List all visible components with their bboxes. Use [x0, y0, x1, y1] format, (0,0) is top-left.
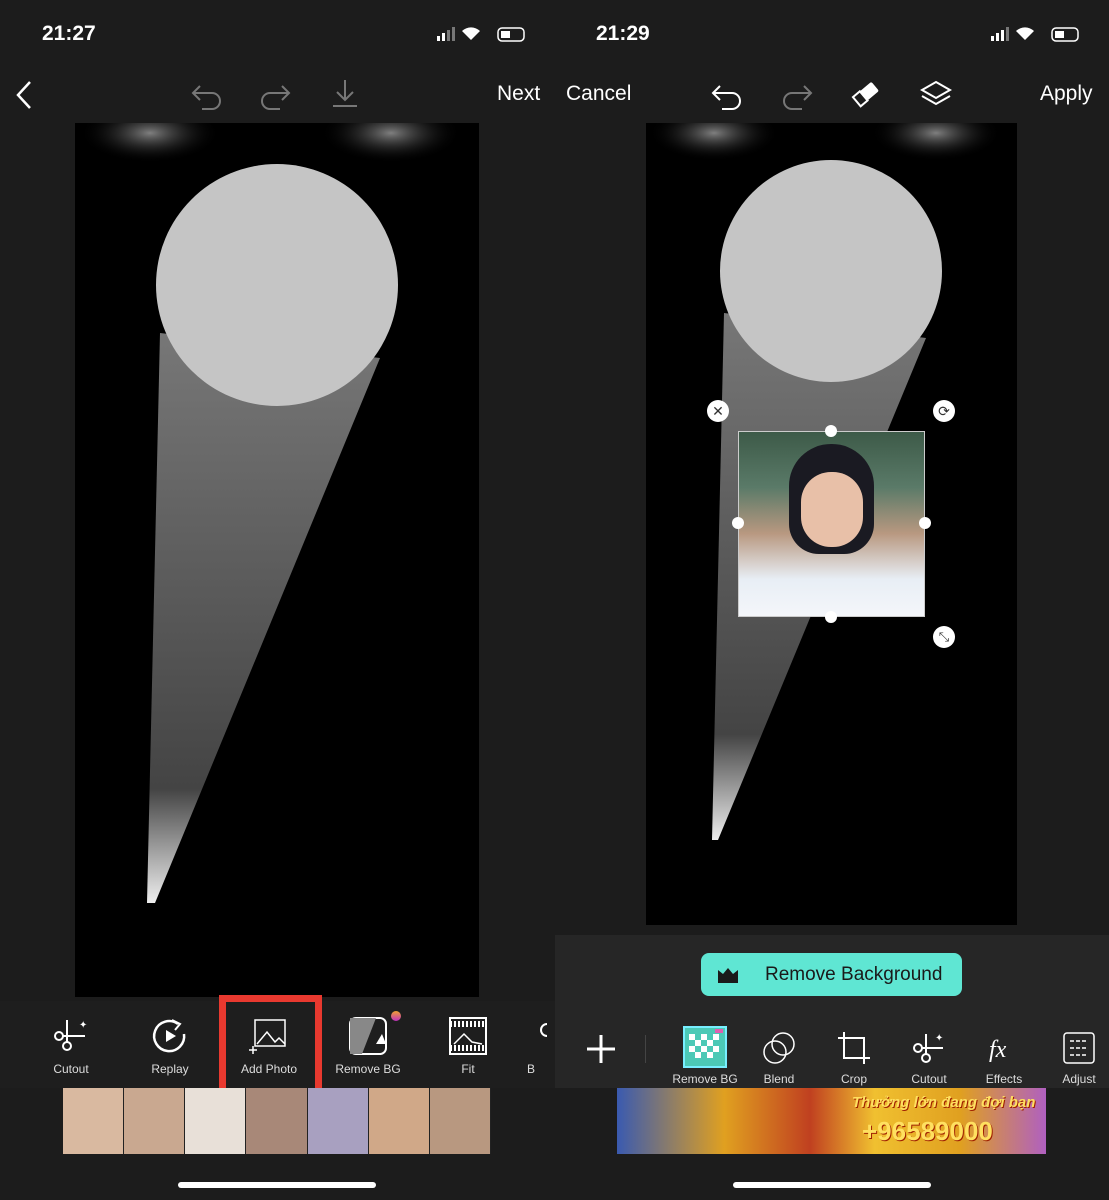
resize-handle-top[interactable] — [825, 425, 837, 437]
ad-banner[interactable]: Thưởng lớn đang đợi bạn +96589000 — [617, 1088, 1046, 1154]
added-photo-layer[interactable] — [738, 431, 925, 617]
tool-partial[interactable]: B — [527, 1016, 557, 1076]
ad-text: Thưởng lớn đang đợi bạn — [852, 1094, 1036, 1111]
tool-label: Replay — [151, 1062, 189, 1076]
resize-handle-left[interactable] — [732, 517, 744, 529]
scale-icon[interactable]: ⤡ — [933, 626, 955, 648]
back-button[interactable] — [14, 80, 34, 115]
tool-crop[interactable]: Crop — [814, 1030, 894, 1086]
tool-label: Cutout — [53, 1062, 89, 1076]
redo-button[interactable] — [780, 80, 814, 115]
premium-dot — [391, 1011, 401, 1021]
redo-button[interactable] — [258, 80, 292, 115]
tool-cutout[interactable]: ✦ Cutout — [31, 1016, 111, 1076]
eraser-button[interactable] — [850, 78, 882, 115]
remove-background-button[interactable]: Remove Background — [701, 953, 962, 996]
resize-handle-right[interactable] — [919, 517, 931, 529]
tool-replay[interactable]: Replay — [130, 1016, 210, 1076]
download-button[interactable] — [330, 78, 360, 115]
tool-adjust[interactable]: Adjust — [1039, 1030, 1109, 1086]
tool-label: Cutout — [911, 1072, 947, 1086]
status-icons — [437, 26, 532, 47]
apply-button[interactable]: Apply — [1040, 82, 1093, 106]
cancel-button[interactable]: Cancel — [566, 82, 631, 106]
highlight-box — [219, 995, 322, 1095]
tool-label: Blend — [763, 1072, 795, 1086]
svg-text:✦: ✦ — [935, 1033, 943, 1044]
remove-background-label: Remove Background — [765, 963, 943, 985]
status-time: 21:29 — [596, 22, 650, 45]
tool-cutout[interactable]: ✦ Cutout — [889, 1030, 969, 1086]
tool-label: Effects — [985, 1072, 1023, 1086]
right-bottom-panel: Remove Background Remove BG Blend Crop ✦… — [555, 935, 1109, 1088]
tool-label: Crop — [840, 1072, 867, 1086]
divider — [645, 1035, 646, 1063]
crown-icon — [718, 967, 738, 983]
spotlight-image — [80, 123, 461, 903]
svg-text:✦: ✦ — [79, 1020, 87, 1031]
delete-layer-icon[interactable]: ✕ — [707, 400, 729, 422]
layers-button[interactable] — [919, 78, 953, 115]
rotate-icon[interactable]: ⟳ — [933, 400, 955, 422]
tool-fit[interactable]: Fit — [428, 1016, 508, 1076]
svg-text:fx: fx — [989, 1037, 1007, 1063]
photo-face — [801, 472, 863, 547]
status-icons — [991, 26, 1086, 47]
tool-label: Remove BG — [335, 1062, 401, 1076]
left-toolbar: ✦ Cutout Replay Add Photo Remove BG Fit B — [0, 995, 557, 1095]
tool-blend[interactable]: Blend — [739, 1030, 819, 1086]
home-indicator — [733, 1182, 931, 1188]
tool-label: Remove BG — [672, 1072, 738, 1086]
next-button[interactable]: Next — [497, 82, 540, 106]
undo-button[interactable] — [190, 80, 224, 115]
status-time: 21:27 — [42, 22, 96, 45]
editor-canvas[interactable] — [75, 123, 479, 997]
tool-label: B — [527, 1062, 536, 1076]
tool-label: Adjust — [1062, 1072, 1096, 1086]
tool-remove-bg[interactable]: Remove BG — [328, 1016, 408, 1076]
add-layer-button[interactable] — [585, 1033, 617, 1070]
home-indicator — [178, 1182, 376, 1188]
ad-banner[interactable] — [63, 1088, 491, 1154]
ad-amount: +96589000 — [862, 1116, 993, 1146]
resize-handle-bottom[interactable] — [825, 611, 837, 623]
tool-remove-bg[interactable]: Remove BG — [665, 1026, 745, 1086]
tool-effects[interactable]: fx Effects — [964, 1030, 1044, 1086]
undo-button[interactable] — [710, 80, 744, 115]
tool-label: Fit — [461, 1062, 475, 1076]
